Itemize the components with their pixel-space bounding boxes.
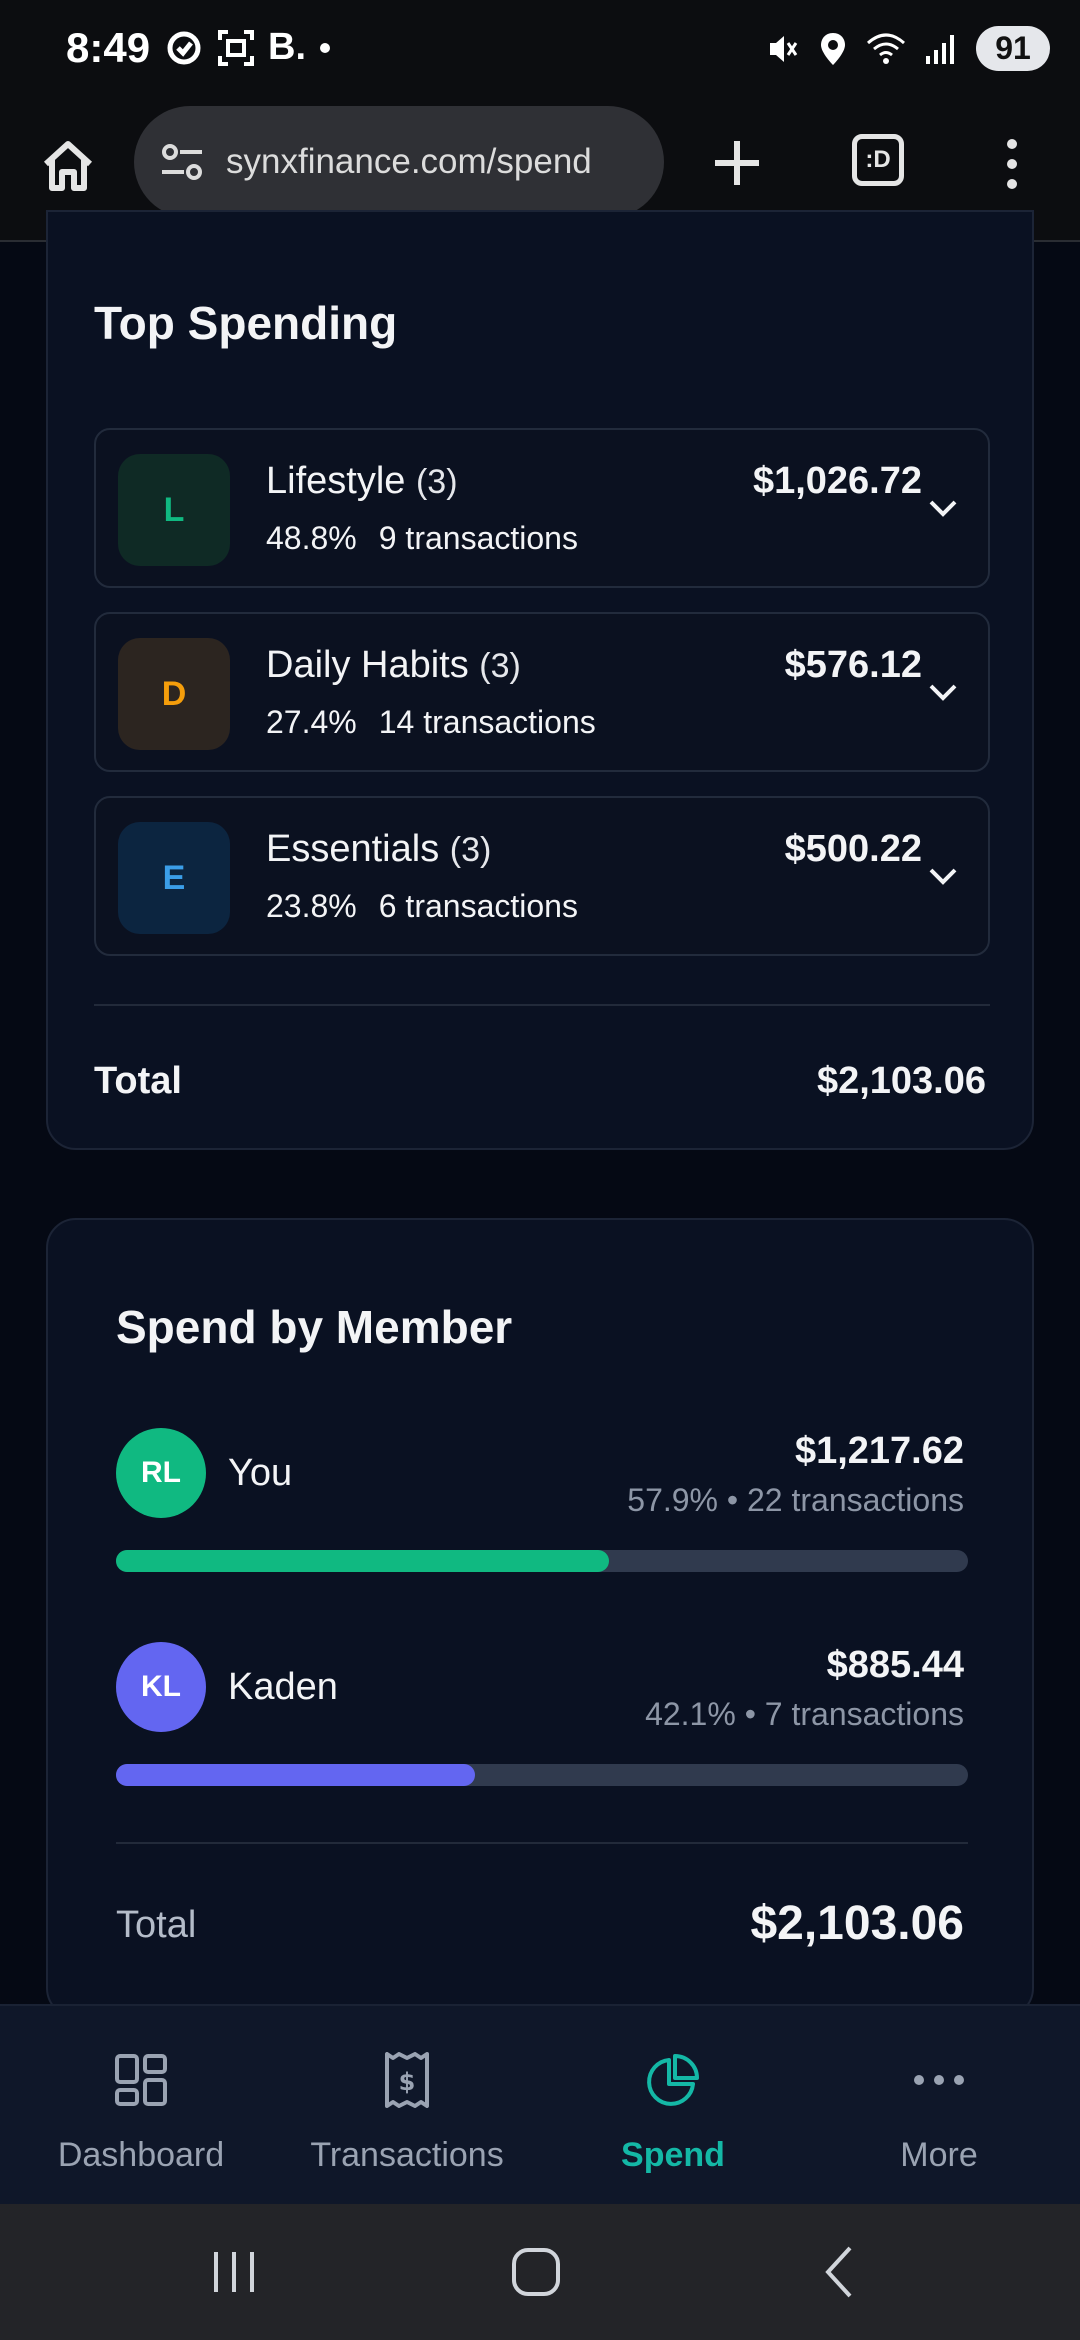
nav-more[interactable]: More — [804, 2006, 1074, 2206]
category-meta: 23.8% 6 transactions — [266, 888, 578, 925]
member-total-value: $2,103.06 — [750, 1897, 964, 1950]
category-percent: 27.4% — [266, 704, 357, 740]
nav-label: Transactions — [310, 2136, 504, 2174]
chevron-down-icon[interactable] — [928, 498, 958, 518]
status-right-icons: 91 — [764, 26, 1050, 71]
nav-label: Spend — [621, 2136, 725, 2174]
avatar-initials: KL — [141, 1670, 181, 1703]
back-icon[interactable] — [810, 2244, 870, 2300]
top-spending-card: Top Spending L Lifestyle (3) 48.8% 9 tran… — [46, 210, 1034, 1150]
member-progress-track — [116, 1764, 968, 1786]
top-spending-title: Top Spending — [94, 297, 398, 349]
chevron-down-icon[interactable] — [928, 682, 958, 702]
category-transactions: 6 transactions — [378, 888, 578, 924]
tab-switcher-button[interactable]: :D — [852, 134, 904, 186]
member-name: You — [228, 1452, 293, 1494]
category-name-text: Lifestyle — [266, 460, 406, 502]
member-total-label: Total — [116, 1904, 197, 1946]
category-name: Lifestyle (3) — [266, 460, 458, 503]
category-transactions: 9 transactions — [378, 520, 578, 556]
member-meta: 42.1% • 7 transactions — [645, 1696, 964, 1732]
svg-text:$: $ — [399, 2068, 416, 2096]
category-name-text: Essentials — [266, 828, 440, 870]
receipt-icon: $ — [385, 2052, 429, 2108]
new-tab-icon[interactable] — [712, 138, 762, 188]
mute-icon — [770, 35, 798, 62]
status-bar: 8:49 B. 91 — [0, 0, 1080, 100]
member-amount: $885.44 — [826, 1644, 964, 1686]
category-letter: D — [161, 674, 187, 713]
category-count: (3) — [479, 647, 521, 685]
category-row-lifestyle[interactable]: L Lifestyle (3) 48.8% 9 transactions $1,0… — [94, 428, 990, 588]
site-settings-icon[interactable] — [158, 138, 206, 186]
nav-label: More — [900, 2136, 978, 2174]
battery-indicator: 91 — [976, 26, 1050, 71]
category-count: (3) — [415, 463, 458, 501]
category-percent: 23.8% — [266, 888, 357, 924]
more-dots-icon — [914, 2075, 964, 2085]
category-meta: 27.4% 14 transactions — [266, 704, 596, 741]
nav-label: Dashboard — [57, 2136, 225, 2174]
category-row-essentials[interactable]: E Essentials (3) 23.8% 6 transactions $50… — [94, 796, 990, 956]
member-amount: $1,217.62 — [794, 1430, 964, 1472]
android-navigation-bar — [0, 2204, 1080, 2340]
nav-transactions[interactable]: $ Transactions — [272, 2006, 542, 2206]
signal-icon — [926, 34, 954, 64]
divider — [116, 1842, 968, 1844]
chevron-down-icon[interactable] — [928, 866, 958, 886]
category-count: (3) — [449, 831, 492, 869]
sync-icon — [167, 31, 201, 64]
category-badge: L — [118, 454, 230, 566]
category-letter: L — [163, 490, 185, 529]
home-icon[interactable] — [38, 136, 98, 196]
grid-icon — [115, 2054, 167, 2106]
category-badge: D — [118, 638, 230, 750]
category-letter: E — [162, 858, 186, 897]
screenshot-icon — [218, 29, 254, 66]
b-icon: B. — [268, 26, 306, 68]
category-transactions: 14 transactions — [378, 704, 596, 740]
category-amount: $500.22 — [784, 828, 922, 870]
nav-spend[interactable]: Spend — [538, 2006, 808, 2206]
location-icon — [821, 32, 845, 65]
category-amount: $1,026.72 — [752, 460, 922, 502]
category-badge: E — [118, 822, 230, 934]
category-percent: 48.8% — [266, 520, 357, 556]
overflow-menu-icon[interactable] — [1000, 138, 1024, 190]
spend-by-member-card: Spend by Member RL You $1,217.62 57.9% •… — [46, 1218, 1034, 2018]
status-left-icons: B. — [164, 26, 332, 69]
avatar: RL — [116, 1428, 206, 1518]
url-text[interactable]: synxfinance.com/spend — [226, 142, 592, 182]
member-name: Kaden — [228, 1666, 338, 1708]
nav-dashboard[interactable]: Dashboard — [6, 2006, 276, 2206]
total-value: $2,103.06 — [816, 1060, 986, 1102]
category-name: Daily Habits (3) — [266, 644, 521, 687]
recent-apps-icon[interactable] — [204, 2244, 264, 2300]
address-bar[interactable]: synxfinance.com/spend — [134, 106, 664, 218]
dot-icon — [320, 42, 330, 53]
category-amount: $576.12 — [784, 644, 922, 686]
member-progress-fill — [116, 1550, 610, 1572]
category-name: Essentials (3) — [266, 828, 491, 871]
category-row-daily-habits[interactable]: D Daily Habits (3) 27.4% 14 transactions … — [94, 612, 990, 772]
category-meta: 48.8% 9 transactions — [266, 520, 578, 557]
member-progress-track — [116, 1550, 968, 1572]
total-label: Total — [94, 1060, 182, 1102]
tab-switcher-label: :D — [865, 146, 891, 173]
member-meta: 57.9% • 22 transactions — [627, 1482, 964, 1518]
pie-chart-icon — [647, 2054, 699, 2106]
bottom-navigation: Dashboard $ Transactions Spend More — [0, 2004, 1080, 2204]
home-button-icon[interactable] — [506, 2244, 566, 2300]
avatar: KL — [116, 1642, 206, 1732]
divider — [94, 1004, 990, 1006]
status-time: 8:49 — [66, 24, 151, 71]
category-name-text: Daily Habits — [266, 644, 469, 686]
wifi-icon — [867, 33, 905, 64]
member-progress-fill — [116, 1764, 475, 1786]
spend-by-member-title: Spend by Member — [116, 1301, 513, 1353]
avatar-initials: RL — [141, 1456, 181, 1489]
